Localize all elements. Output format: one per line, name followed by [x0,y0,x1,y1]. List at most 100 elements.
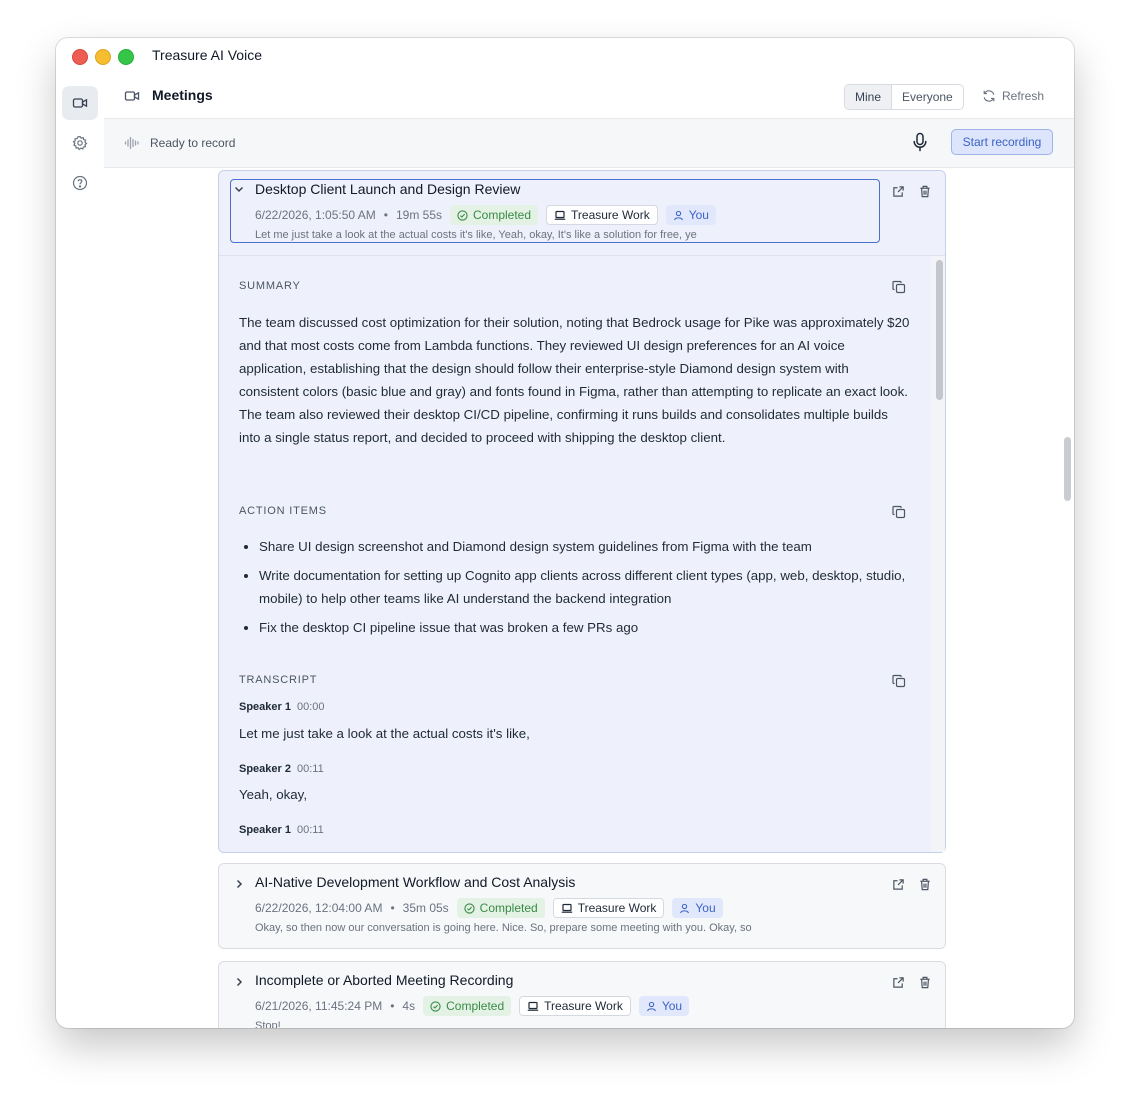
meeting-actions [892,185,931,198]
workspace-label: Treasure Work [544,999,623,1013]
recorder-status: Ready to record [150,136,236,150]
owner-badge: You [638,996,690,1016]
meeting-snippet: Let me just take a look at the actual co… [255,229,697,241]
workspace-badge: Treasure Work [552,898,665,918]
summary-heading: SUMMARY [239,280,301,292]
close-window-button[interactable] [72,49,88,65]
meeting-card[interactable]: AI-Native Development Workflow and Cost … [218,863,946,949]
status-badge: Completed [423,996,512,1016]
status-label: Completed [473,208,532,222]
copy-transcript-icon[interactable] [892,674,906,688]
detail-scrollbar[interactable] [936,260,943,400]
check-circle-icon [464,902,475,914]
meeting-card: Desktop Client Launch and Design Review … [218,170,946,853]
owner-label: You [661,999,683,1013]
action-item: Write documentation for setting up Cogni… [259,565,919,611]
refresh-icon [983,90,995,102]
refresh-label: Refresh [1002,89,1045,103]
open-external-icon[interactable] [892,185,905,198]
meeting-actions [892,878,931,891]
sidebar [56,74,104,1028]
sidebar-item-meetings[interactable] [62,86,98,120]
owner-badge: You [672,898,723,918]
video-icon [124,91,140,101]
workspace-badge: Treasure Work [546,205,658,225]
chevron-down-icon[interactable] [233,183,245,195]
microphone-icon[interactable] [912,132,928,152]
user-icon [646,1001,656,1011]
workspace-label: Treasure Work [577,901,657,915]
refresh-button[interactable]: Refresh [982,89,1044,103]
open-external-icon[interactable] [892,878,905,891]
meeting-title: Desktop Client Launch and Design Review [255,181,521,197]
user-icon [673,210,683,220]
owner-filter: Mine Everyone [844,84,964,110]
check-circle-icon [457,209,468,221]
status-label: Completed [446,999,505,1013]
status-badge: Completed [450,205,539,225]
help-icon [72,175,88,191]
meeting-detail: SUMMARY The team discussed cost optimiza… [219,255,945,852]
meeting-meta: 6/22/2026, 1:05:50 AM • 19m 55s Complete… [255,205,716,225]
laptop-icon [561,903,572,913]
copy-action-items-icon[interactable] [892,505,906,519]
zoom-window-button[interactable] [118,49,134,65]
open-external-icon[interactable] [892,976,905,989]
meeting-title: AI-Native Development Workflow and Cost … [255,874,576,890]
meeting-datetime: 6/22/2026, 12:04:00 AM [255,901,383,915]
title-bar: Treasure AI Voice [56,38,1074,74]
sidebar-item-settings[interactable] [62,126,98,160]
chevron-right-icon[interactable] [233,976,245,988]
action-item: Fix the desktop CI pipeline issue that w… [259,617,919,640]
meeting-card[interactable]: Incomplete or Aborted Meeting Recording … [218,961,946,1028]
laptop-icon [554,210,566,220]
meeting-duration: 19m 55s [395,208,442,222]
owner-label: You [688,208,709,222]
status-badge: Completed [456,898,545,918]
meeting-datetime: 6/22/2026, 1:05:50 AM [255,208,376,222]
app-window: Treasure AI Voice Meetings Mine Everyone… [56,38,1074,1028]
start-recording-button[interactable]: Start recording [951,129,1053,155]
list-scrollbar[interactable] [1064,437,1071,501]
owner-label: You [695,901,716,915]
copy-summary-icon[interactable] [892,280,906,294]
filter-mine-button[interactable]: Mine [845,85,893,109]
trash-icon[interactable] [919,878,931,891]
sidebar-item-help[interactable] [62,166,98,200]
app-title: Treasure AI Voice [152,47,262,63]
meeting-actions [892,976,931,989]
meeting-card-header[interactable]: Desktop Client Launch and Design Review … [219,171,945,255]
page-title: Meetings [152,87,213,103]
trash-icon[interactable] [919,976,931,989]
trash-icon[interactable] [919,185,931,198]
transcript-speaker: Speaker 1 00:11 [239,824,324,836]
laptop-icon [527,1001,539,1011]
meeting-datetime: 6/21/2026, 11:45:24 PM [255,999,383,1013]
gear-icon [72,135,88,151]
action-items-list: Share UI design screenshot and Diamond d… [239,536,919,646]
action-items-heading: ACTION ITEMS [239,505,327,517]
check-circle-icon [430,1000,441,1012]
waveform-icon [124,136,139,150]
meeting-meta: 6/22/2026, 12:04:00 AM • 35m 05s Complet… [255,898,723,918]
chevron-right-icon[interactable] [233,878,245,890]
user-icon [680,903,690,913]
transcript-speaker: Speaker 2 00:11 [239,763,324,775]
video-icon [72,98,88,108]
meeting-title: Incomplete or Aborted Meeting Recording [255,972,514,988]
workspace-label: Treasure Work [571,208,650,222]
meeting-list: Desktop Client Launch and Design Review … [104,167,1074,1028]
meeting-snippet: Okay, so then now our conversation is go… [255,922,752,934]
transcript-speaker: Speaker 1 00:00 [239,701,325,713]
meeting-meta: 6/21/2026, 11:45:24 PM • 4s Completed Tr… [255,996,690,1016]
transcript-text: Let me just take a look at the actual co… [239,726,530,741]
action-item: Share UI design screenshot and Diamond d… [259,536,919,559]
meeting-duration: 4s [402,999,416,1013]
workspace-badge: Treasure Work [519,996,631,1016]
meeting-duration: 35m 05s [402,901,449,915]
filter-everyone-button[interactable]: Everyone [892,85,963,109]
status-label: Completed [479,901,538,915]
minimize-window-button[interactable] [95,49,111,65]
owner-badge: You [665,205,716,225]
transcript-heading: TRANSCRIPT [239,674,318,686]
